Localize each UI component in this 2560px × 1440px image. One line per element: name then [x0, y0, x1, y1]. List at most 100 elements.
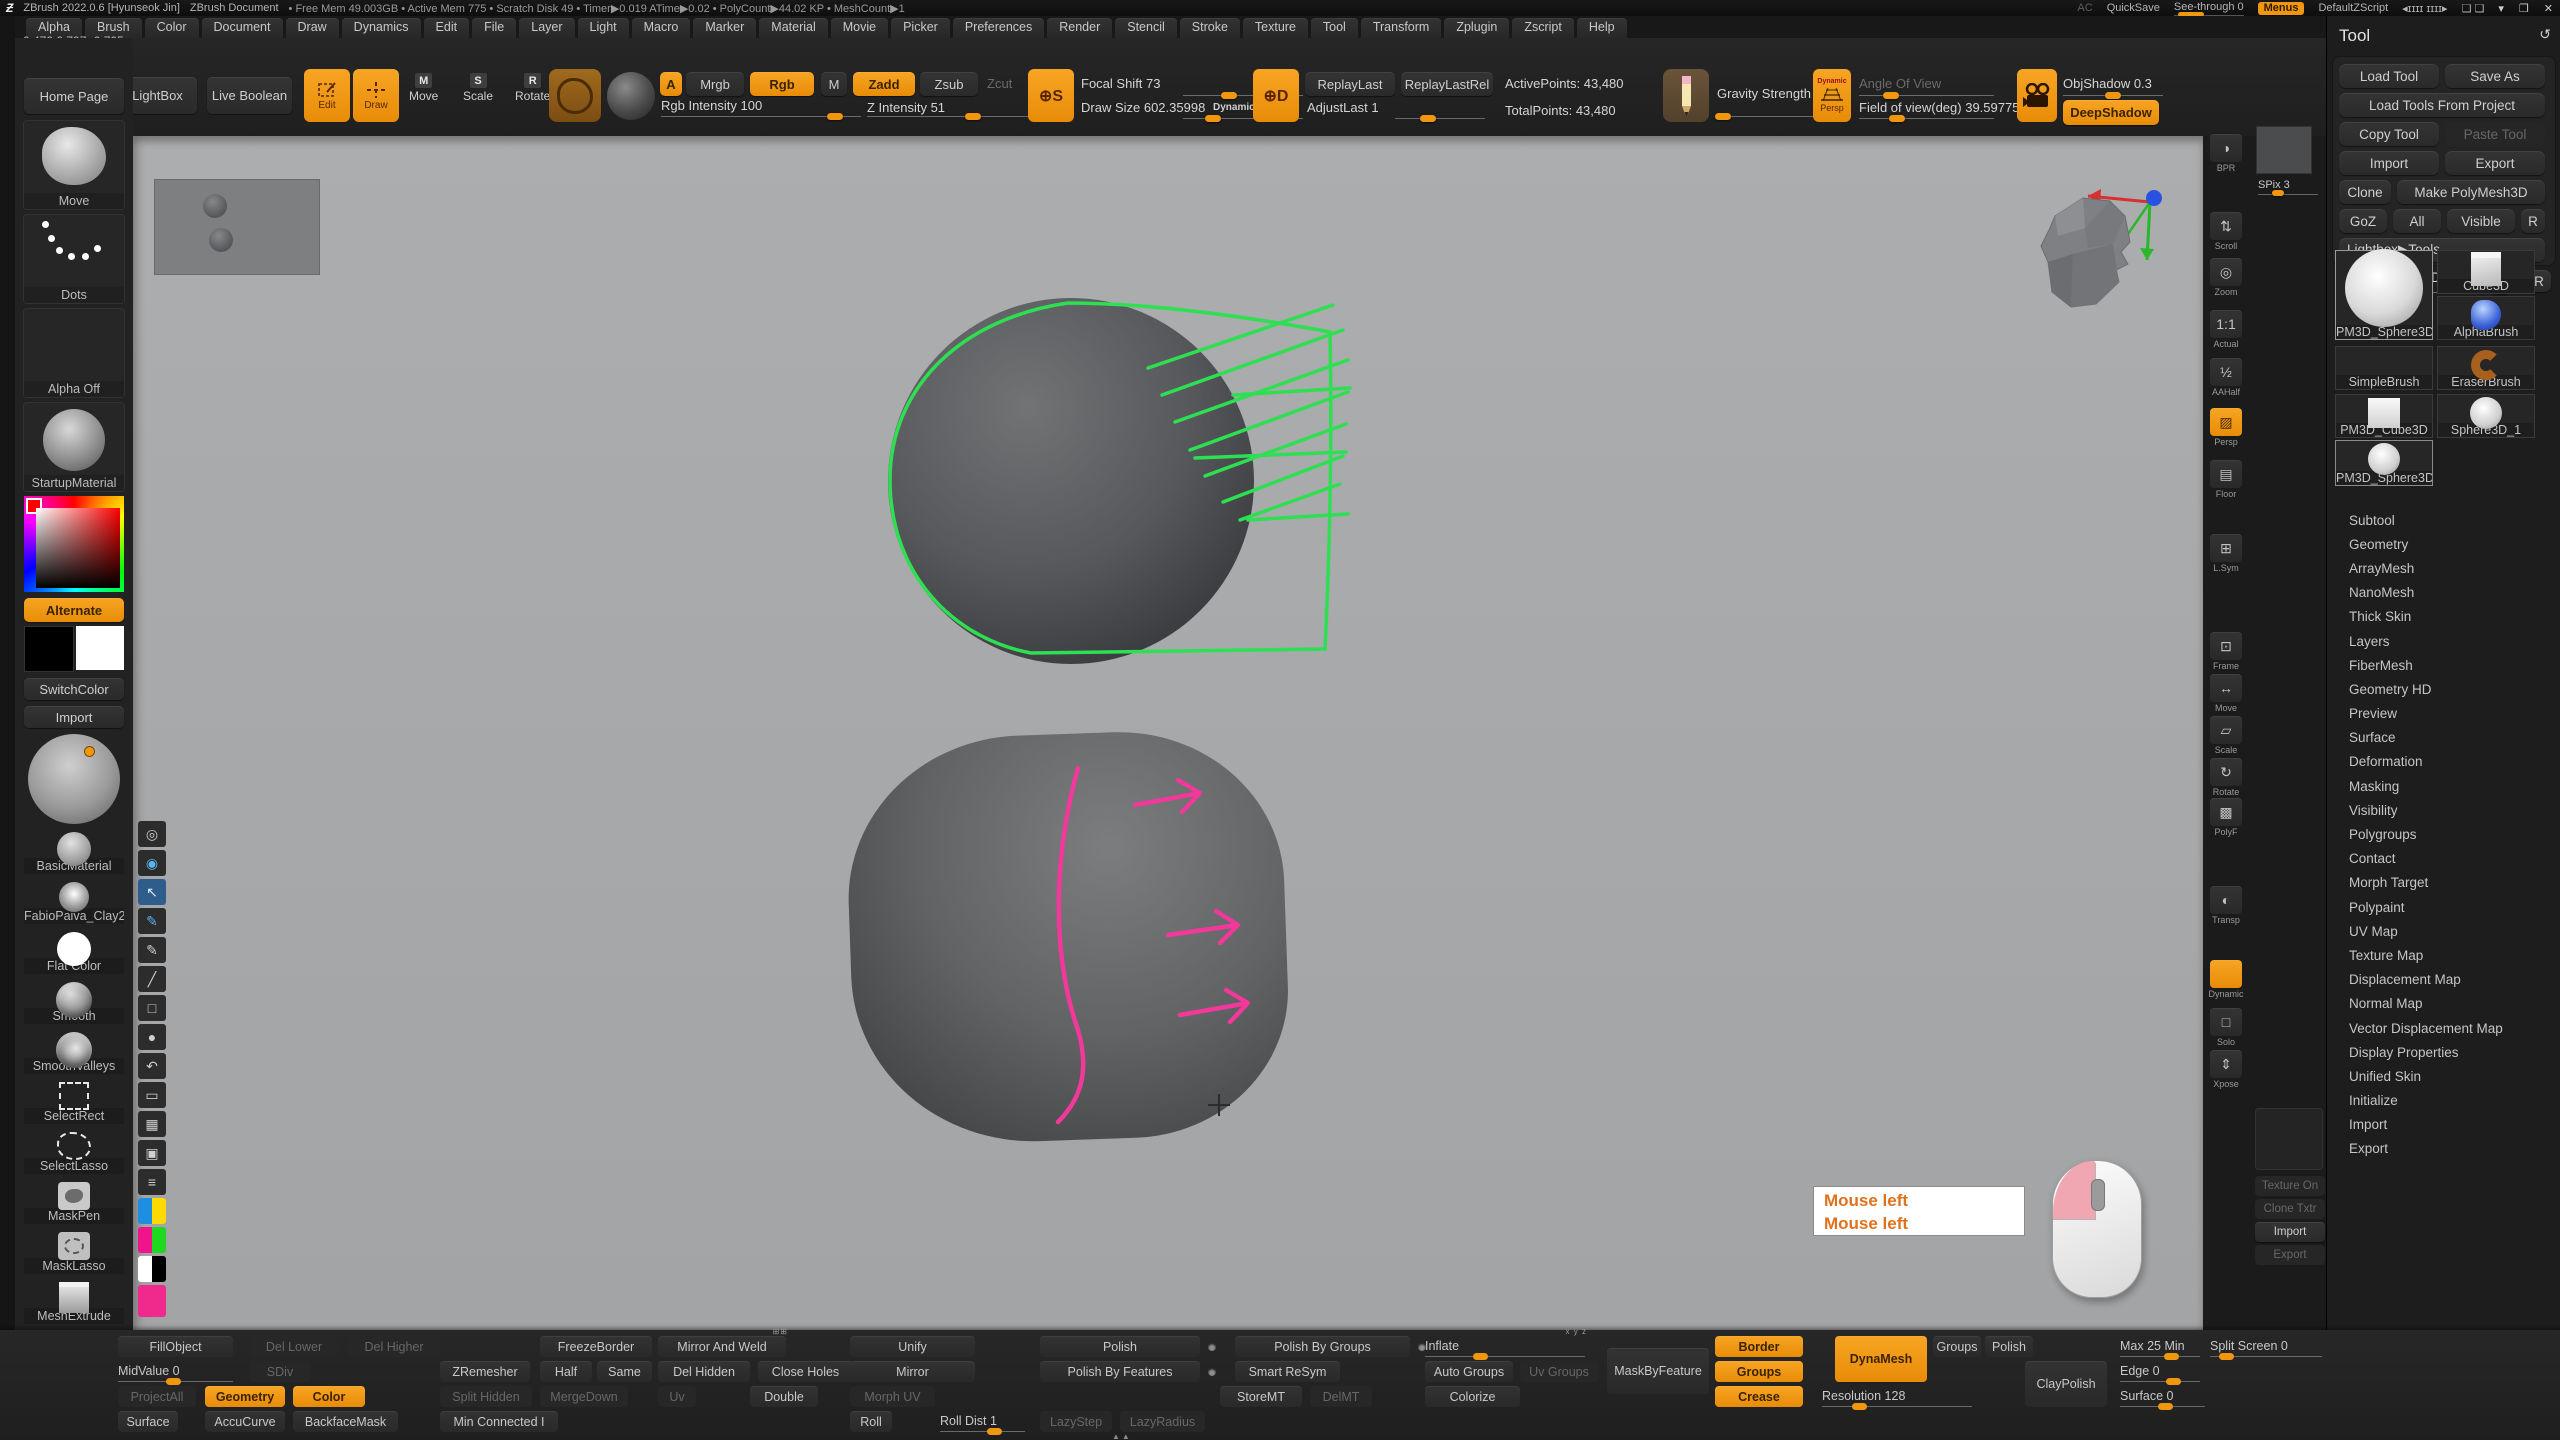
swatch-blue-yellow[interactable] — [138, 1198, 166, 1224]
half-button[interactable]: Half — [540, 1361, 592, 1382]
home-page-tray-button[interactable]: Home Page — [24, 78, 124, 114]
tool-thumb-cube3d[interactable]: Cube3D — [2437, 250, 2535, 294]
replay-last-rel-button[interactable]: ReplayLastRel — [1401, 72, 1493, 96]
menu-item[interactable]: Tool — [1311, 18, 1358, 38]
palette-reset-icon[interactable]: ↺ — [2539, 26, 2551, 43]
clipboard-icon[interactable]: ≡ — [138, 1169, 166, 1195]
secondary-color-swatch[interactable] — [76, 626, 124, 670]
rotate3d-button[interactable]: ↻ Rotate — [2206, 758, 2246, 797]
swatch-magenta-green[interactable] — [138, 1227, 166, 1253]
material-flat-color[interactable]: Flat Color — [24, 928, 124, 974]
tool-section-item[interactable]: Masking — [2327, 774, 2560, 798]
local-symmetry-button[interactable]: ⊞ L.Sym — [2206, 534, 2246, 573]
sphere-model[interactable] — [888, 298, 1254, 664]
zremesher-button[interactable]: ZRemesher — [440, 1361, 530, 1382]
menu-item[interactable]: Material — [759, 18, 827, 38]
smart-resym-button[interactable]: Smart ReSym — [1235, 1361, 1340, 1382]
texture-import-button[interactable]: Import — [2255, 1222, 2325, 1242]
material-preview-sphere[interactable] — [28, 734, 120, 824]
solo-button[interactable]: □ Solo — [2206, 1008, 2246, 1047]
layout-switch-icons[interactable]: ❏ ❏ — [2462, 2, 2485, 15]
mergedown-button[interactable]: MergeDown — [540, 1386, 628, 1407]
max-min-slider[interactable]: Max 25 Min — [2120, 1336, 2200, 1357]
zsub-button[interactable]: Zsub — [920, 72, 978, 96]
actual-button[interactable]: 1:1 Actual — [2206, 310, 2246, 349]
del-hidden-button[interactable]: Del Hidden — [658, 1361, 750, 1382]
dynamic-draw-size-icon[interactable]: ⊕D — [1253, 69, 1299, 122]
tool-section-item[interactable]: Polypaint — [2327, 895, 2560, 919]
brush-maskpen[interactable]: MaskPen — [24, 1178, 124, 1224]
tool-section-item[interactable]: Preview — [2327, 702, 2560, 726]
dynamesh-blob-model[interactable] — [843, 727, 1293, 1148]
menu-item[interactable]: Macro — [632, 18, 691, 38]
border-button[interactable]: Border — [1715, 1336, 1803, 1357]
saturation-square[interactable] — [36, 508, 120, 588]
brush-meshextrude[interactable]: MeshExtrude — [24, 1278, 124, 1324]
menu-item[interactable]: Preferences — [953, 18, 1044, 38]
tool-section-item[interactable]: Geometry HD — [2327, 677, 2560, 701]
tablet-pressure-icons[interactable]: ◂ɪɪɪɪ ɪɪɪɪ▸ — [2402, 2, 2447, 15]
swatch-magenta[interactable] — [138, 1285, 166, 1317]
geometry-button[interactable]: Geometry — [205, 1386, 285, 1407]
menu-item[interactable]: Stencil — [1115, 18, 1177, 38]
edge-slider[interactable]: Edge 0 — [2120, 1361, 2200, 1382]
uv-groups-button[interactable]: Uv Groups — [1520, 1361, 1598, 1382]
menu-item[interactable]: Color — [145, 18, 199, 38]
menu-item[interactable]: Document — [202, 18, 283, 38]
brush-smooth[interactable]: Smooth — [24, 978, 124, 1024]
menu-item[interactable]: Help — [1577, 18, 1627, 38]
tool-thumb-pm3d-sphere3d-active[interactable]: PM3D_Sphere3D — [2335, 250, 2433, 340]
colorize-button[interactable]: Colorize — [1425, 1386, 1520, 1407]
tool-section-item[interactable]: Contact — [2327, 847, 2560, 871]
load-tool-button[interactable]: Load Tool — [2339, 64, 2439, 88]
texture-export-button[interactable]: Export — [2255, 1245, 2325, 1265]
min-connected-button[interactable]: Min Connected I — [440, 1411, 558, 1432]
tool-section-item[interactable]: Displacement Map — [2327, 968, 2560, 992]
grid-icon[interactable]: ▦ — [138, 1111, 166, 1137]
close-button[interactable]: ✕ — [2544, 2, 2554, 15]
tool-thumb-sphere3d-1[interactable]: Sphere3D_1 — [2437, 394, 2535, 438]
undo-icon[interactable]: ↶ — [138, 1053, 166, 1079]
paste-tool-button[interactable]: Paste Tool — [2445, 122, 2545, 146]
move-gyro-button[interactable]: M Move — [409, 73, 438, 103]
split-hidden-button[interactable]: Split Hidden — [440, 1386, 532, 1407]
scale-gyro-button[interactable]: S Scale — [463, 73, 493, 103]
tool-section-item[interactable]: Normal Map — [2327, 992, 2560, 1016]
zadd-button[interactable]: Zadd — [853, 72, 915, 96]
dynamic-persp-button[interactable]: Dynamic Persp — [1813, 69, 1851, 122]
goz-visible-button[interactable]: Visible — [2447, 209, 2515, 233]
dynamic-button[interactable]: Dynamic — [2206, 960, 2246, 999]
tool-section-item[interactable]: FiberMesh — [2327, 653, 2560, 677]
stroke-thumbnail[interactable]: Dots — [23, 214, 125, 304]
render-preview-thumb[interactable] — [2256, 126, 2312, 174]
tool-thumb-pm3d-cube3d[interactable]: PM3D_Cube3D — [2335, 394, 2433, 438]
scroll-button[interactable]: ⇅ Scroll — [2206, 212, 2246, 251]
eye-icon[interactable]: ◉ — [138, 850, 166, 876]
tool-section-item[interactable]: Unified Skin — [2327, 1064, 2560, 1088]
del-lower-button[interactable]: Del Lower — [250, 1336, 338, 1357]
accucurve-button[interactable]: AccuCurve — [205, 1411, 285, 1432]
surface-slider[interactable]: Surface 0 — [2120, 1386, 2205, 1407]
line-tool-icon[interactable]: ╱ — [138, 966, 166, 992]
bpr-button[interactable]: ◑ BPR — [2206, 134, 2246, 173]
brush-masklasso[interactable]: MaskLasso — [24, 1228, 124, 1274]
surface-button[interactable]: Surface — [118, 1411, 178, 1432]
polish-by-features-button[interactable]: Polish By Features — [1040, 1361, 1200, 1382]
groups-button[interactable]: Groups — [1933, 1336, 1981, 1357]
menu-item[interactable]: Render — [1047, 18, 1112, 38]
roll-dist-slider[interactable]: Roll Dist 1 — [940, 1411, 1025, 1432]
movie-camera-icon[interactable] — [2017, 69, 2057, 122]
menu-item[interactable]: Edit — [424, 18, 470, 38]
tool-section-item[interactable]: ArrayMesh — [2327, 556, 2560, 580]
brush-selectlasso[interactable]: SelectLasso — [24, 1128, 124, 1174]
menu-item[interactable]: Transform — [1361, 18, 1442, 38]
polyframe-button[interactable]: ▩ PolyF — [2206, 798, 2246, 837]
menu-item[interactable]: Movie — [831, 18, 888, 38]
lazyradius-button[interactable]: LazyRadius — [1120, 1411, 1205, 1432]
persp-button[interactable]: ▨ Persp — [2206, 408, 2246, 447]
color-import-button[interactable]: Import — [24, 706, 124, 728]
quicksave-button[interactable]: QuickSave — [2107, 2, 2160, 14]
projectall-button[interactable]: ProjectAll — [118, 1386, 196, 1407]
current-brush-button[interactable] — [549, 69, 601, 122]
default-zscript-button[interactable]: DefaultZScript — [2318, 2, 2388, 14]
